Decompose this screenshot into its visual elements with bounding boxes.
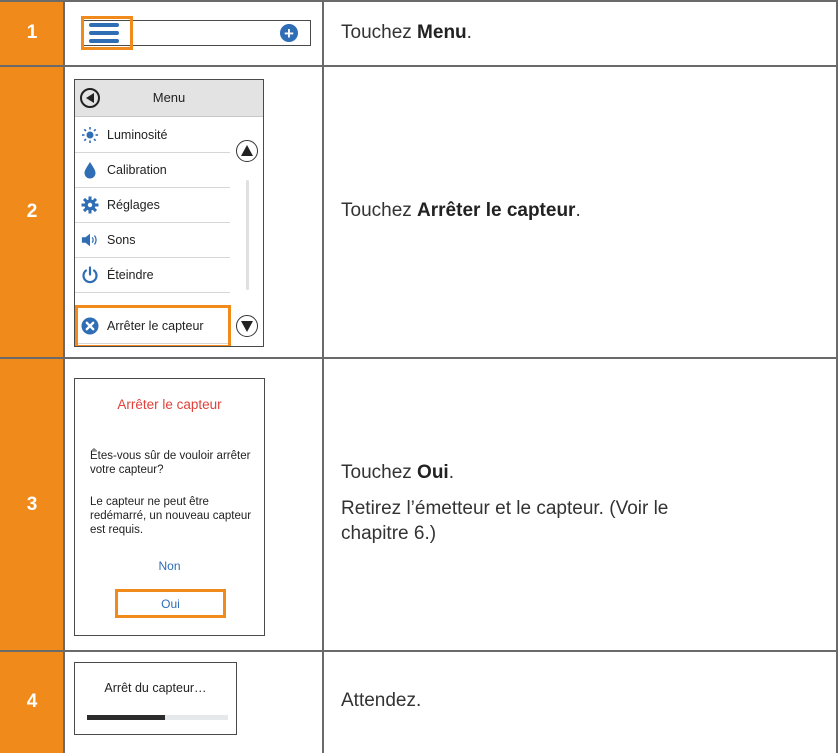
drop-icon	[81, 161, 99, 179]
row-divider	[0, 65, 838, 67]
step-number-badge: 3	[0, 358, 64, 651]
row-divider	[0, 357, 838, 359]
menu-screen: Menu Luminosité Calibration Réglages Son…	[74, 79, 264, 347]
scroll-up-button[interactable]	[236, 140, 258, 162]
step-2-instruction: Touchez Arrêter le capteur.	[341, 200, 581, 221]
step-1-instruction-cell: Touchez Menu.	[324, 0, 838, 66]
menu-item-label: Sons	[107, 233, 136, 247]
menu-item-label: Éteindre	[107, 268, 154, 282]
menu-header: Menu	[75, 80, 263, 117]
menu-item-label: Luminosité	[107, 128, 168, 142]
step-4-screen-cell: Arrêt du capteur…	[64, 651, 322, 753]
menu-item-luminosite[interactable]: Luminosité	[75, 118, 230, 153]
step-3-instruction-cell: Touchez Oui. Retirez l’émetteur et le ca…	[324, 358, 838, 651]
step-number-badge: 1	[0, 0, 64, 66]
progress-fill	[87, 715, 165, 720]
stop-sensor-highlight	[75, 305, 231, 346]
step-row-3: 3 Arrêter le capteur Êtes-vous sûr de vo…	[0, 358, 838, 651]
table-border-top	[0, 0, 838, 2]
menu-highlight	[81, 16, 133, 50]
scrollbar-track[interactable]	[246, 180, 249, 290]
speaker-icon	[81, 231, 99, 249]
gear-icon	[81, 196, 99, 214]
column-divider	[63, 0, 65, 753]
scroll-down-button[interactable]	[236, 315, 258, 337]
step-4-instruction: Attendez.	[341, 690, 422, 711]
menu-item-calibration[interactable]: Calibration	[75, 153, 230, 188]
sun-icon	[81, 126, 99, 144]
yes-button[interactable]: Oui	[115, 589, 226, 618]
step-3-screen-cell: Arrêter le capteur Êtes-vous sûr de voul…	[64, 358, 322, 651]
progress-label: Arrêt du capteur…	[104, 681, 207, 695]
stop-sensor-dialog: Arrêter le capteur Êtes-vous sûr de voul…	[74, 378, 265, 636]
plus-circle-icon[interactable]: +	[280, 24, 298, 42]
step-1-instruction: Touchez Menu.	[341, 22, 472, 43]
row-divider	[0, 650, 838, 652]
menu-item-reglages[interactable]: Réglages	[75, 188, 230, 223]
step-row-2: 2 Menu Luminosité Calibration Réglages S…	[0, 66, 838, 358]
step-3-instruction-2: Retirez l’émetteur et le capteur. (Voir …	[341, 498, 669, 544]
step-number-badge: 4	[0, 651, 64, 753]
power-icon	[81, 266, 99, 284]
home-top-bar: +	[81, 16, 311, 50]
column-divider	[322, 0, 324, 753]
step-2-instruction-cell: Touchez Arrêter le capteur.	[324, 66, 838, 358]
step-row-1: 1 + Touchez Menu.	[0, 0, 838, 66]
step-3-instruction: Touchez Oui.	[341, 462, 454, 483]
step-4-instruction-cell: Attendez.	[324, 651, 838, 753]
progress-bar	[87, 715, 228, 720]
stopping-progress-screen: Arrêt du capteur…	[74, 662, 237, 735]
menu-item-label: Réglages	[107, 198, 160, 212]
menu-item-sons[interactable]: Sons	[75, 223, 230, 258]
no-button[interactable]: Non	[75, 559, 264, 573]
step-row-4: 4 Arrêt du capteur… Attendez.	[0, 651, 838, 753]
step-2-screen-cell: Menu Luminosité Calibration Réglages Son…	[64, 66, 322, 358]
menu-item-label: Calibration	[107, 163, 167, 177]
table-border-right	[836, 0, 838, 753]
step-1-screen-cell: +	[64, 0, 322, 66]
dialog-warning: Le capteur ne peut être redémarré, un no…	[90, 496, 252, 536]
dialog-title: Arrêter le capteur	[117, 397, 222, 412]
menu-item-eteindre[interactable]: Éteindre	[75, 258, 230, 293]
menu-title: Menu	[152, 90, 186, 105]
step-number-badge: 2	[0, 66, 64, 358]
dialog-question: Êtes-vous sûr de vouloir arrêter votre c…	[90, 450, 251, 476]
